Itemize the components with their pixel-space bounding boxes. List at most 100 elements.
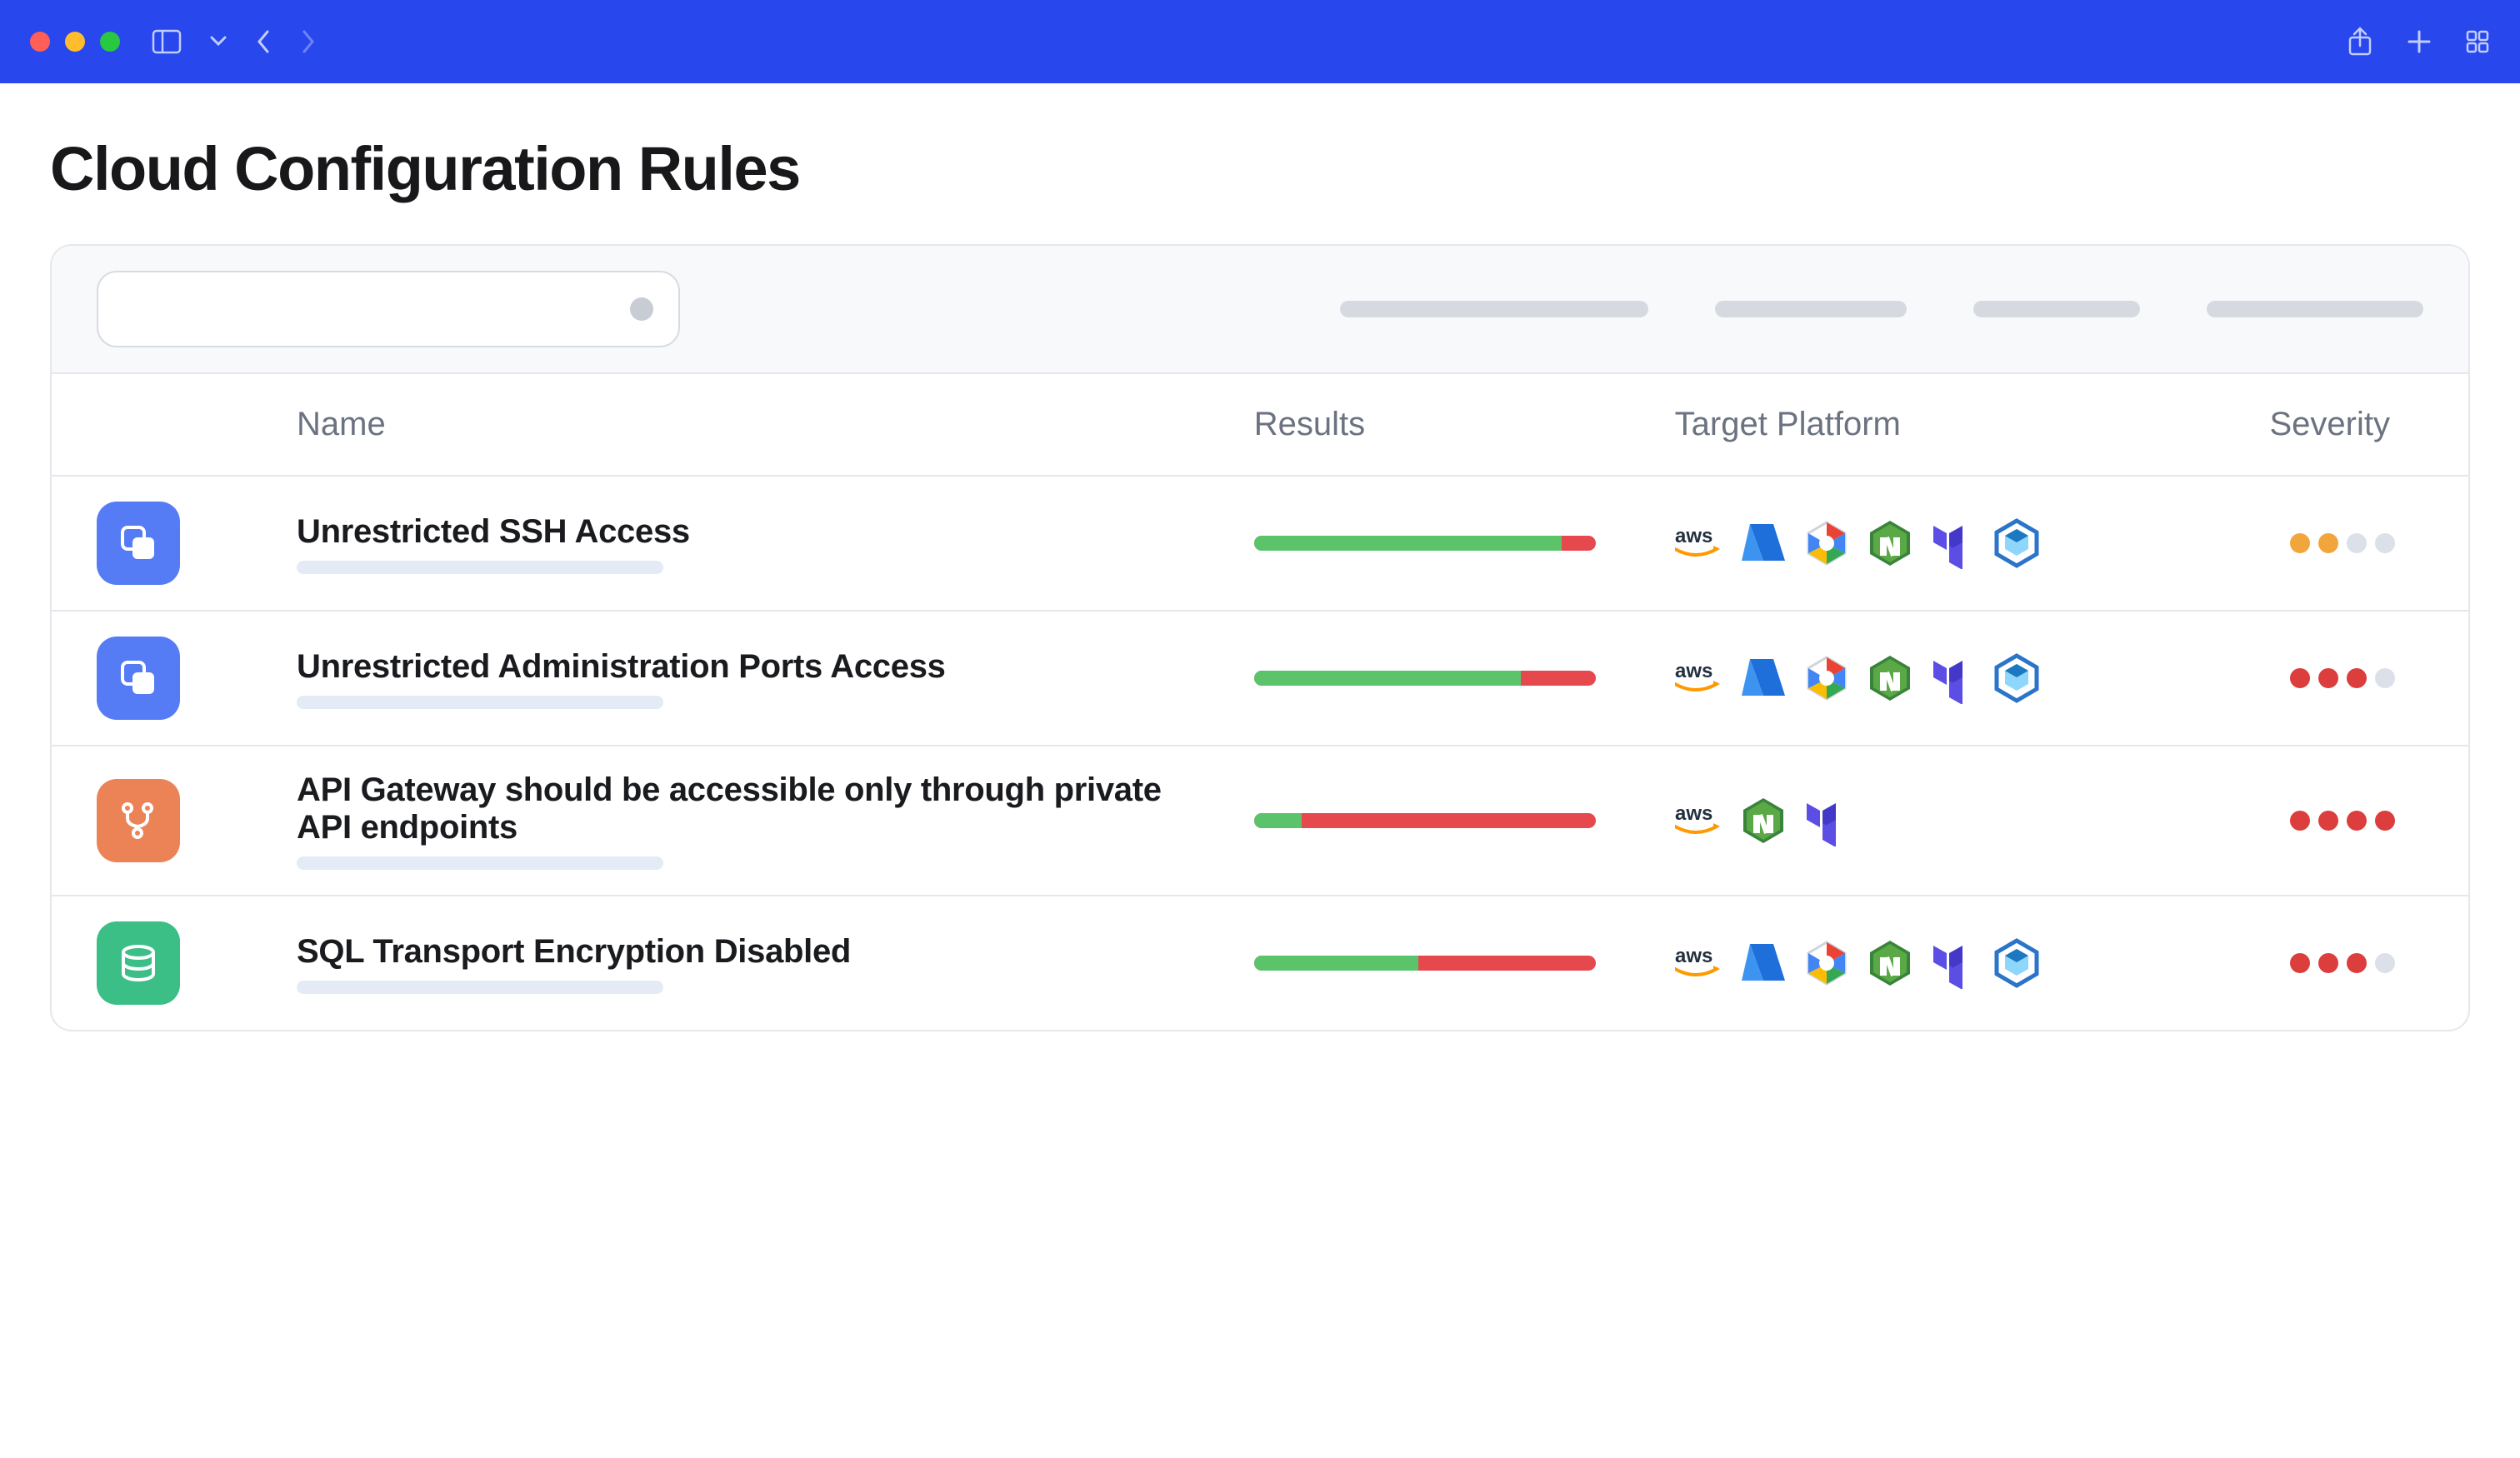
severity-dot — [2290, 668, 2310, 688]
severity-dot — [2347, 811, 2367, 831]
filter-skeleton — [1340, 301, 1648, 317]
rule-name-cell: Unrestricted Administration Ports Access — [297, 648, 1221, 709]
branch-icon — [97, 779, 180, 862]
gcp-platform-icon — [1802, 517, 1853, 569]
webpack-platform-icon — [1992, 652, 2043, 704]
titlebar-right — [2347, 26, 2490, 57]
sidebar-toggle-icon[interactable] — [152, 29, 182, 54]
filter-bar — [52, 246, 2468, 374]
rule-name-cell: Unrestricted SSH Access — [297, 513, 1221, 574]
filter-skeleton — [2207, 301, 2423, 317]
plus-icon[interactable] — [2407, 29, 2432, 54]
table-row[interactable]: API Gateway should be accessible only th… — [52, 746, 2468, 896]
rule-name: SQL Transport Encryption Disabled — [297, 933, 1221, 971]
filter-placeholders — [747, 301, 2423, 317]
results-cell — [1254, 956, 1642, 971]
filter-skeleton — [1715, 301, 1907, 317]
maximize-window-button[interactable] — [100, 32, 120, 52]
database-icon — [97, 921, 180, 1005]
results-bar — [1254, 536, 1596, 551]
aws-platform-icon — [1675, 652, 1727, 704]
rule-icon-cell — [97, 502, 263, 585]
severity-dot — [2347, 953, 2367, 973]
target-platform-cell — [1675, 652, 2182, 704]
share-icon[interactable] — [2347, 26, 2373, 57]
results-cell — [1254, 671, 1642, 686]
severity-dot — [2318, 811, 2338, 831]
severity-dot — [2375, 668, 2395, 688]
filter-skeleton — [1973, 301, 2140, 317]
rule-name: API Gateway should be accessible only th… — [297, 771, 1221, 846]
azure-platform-icon — [1738, 937, 1790, 989]
target-platform-cell — [1675, 937, 2182, 989]
terraform-platform-icon — [1928, 937, 1980, 989]
copy-icon — [97, 502, 180, 585]
severity-dot — [2375, 953, 2395, 973]
column-name: Name — [297, 406, 1221, 443]
column-severity: Severity — [2215, 406, 2423, 443]
copy-icon — [97, 637, 180, 720]
rule-name-cell: API Gateway should be accessible only th… — [297, 771, 1221, 870]
rules-table: Name Results Target Platform Severity Un… — [50, 244, 2470, 1031]
results-bar — [1254, 671, 1596, 686]
chevron-down-icon[interactable] — [210, 36, 227, 47]
back-button[interactable] — [255, 28, 272, 55]
aws-platform-icon — [1675, 517, 1727, 569]
rule-name-cell: SQL Transport Encryption Disabled — [297, 933, 1221, 994]
column-results: Results — [1254, 406, 1642, 443]
table-header: Name Results Target Platform Severity — [52, 374, 2468, 477]
webpack-platform-icon — [1992, 517, 2043, 569]
minimize-window-button[interactable] — [65, 32, 85, 52]
results-bar-pass — [1254, 956, 1418, 971]
column-target: Target Platform — [1675, 406, 2182, 443]
close-window-button[interactable] — [30, 32, 50, 52]
forward-button[interactable] — [300, 28, 317, 55]
rule-name: Unrestricted SSH Access — [297, 513, 1221, 551]
severity-dot — [2375, 811, 2395, 831]
rule-icon-cell — [97, 637, 263, 720]
severity-dot — [2290, 953, 2310, 973]
titlebar — [0, 0, 2520, 83]
gcp-platform-icon — [1802, 652, 1853, 704]
severity-dot — [2290, 811, 2310, 831]
table-row[interactable]: Unrestricted SSH Access — [52, 477, 2468, 612]
results-bar-pass — [1254, 671, 1521, 686]
grid-icon[interactable] — [2465, 29, 2490, 54]
terraform-platform-icon — [1928, 517, 1980, 569]
rule-subtitle-skeleton — [297, 856, 663, 870]
azure-platform-icon — [1738, 517, 1790, 569]
titlebar-left — [30, 28, 317, 55]
severity-dot — [2318, 533, 2338, 553]
results-bar — [1254, 813, 1596, 828]
rule-subtitle-skeleton — [297, 981, 663, 994]
toolbar-left-icons — [152, 28, 317, 55]
target-platform-cell — [1675, 517, 2182, 569]
results-bar-pass — [1254, 813, 1302, 828]
rule-subtitle-skeleton — [297, 561, 663, 574]
results-bar-pass — [1254, 536, 1562, 551]
severity-dot — [2347, 668, 2367, 688]
severity-cell — [2215, 668, 2423, 688]
severity-dot — [2290, 533, 2310, 553]
target-platform-cell — [1675, 795, 2182, 846]
page-content: Cloud Configuration Rules Name Results T… — [0, 83, 2520, 1081]
node-platform-icon — [1865, 517, 1917, 569]
rule-icon-cell — [97, 921, 263, 1005]
node-platform-icon — [1865, 937, 1917, 989]
rule-subtitle-skeleton — [297, 696, 663, 709]
results-bar — [1254, 956, 1596, 971]
severity-cell — [2215, 811, 2423, 831]
azure-platform-icon — [1738, 652, 1790, 704]
rule-name: Unrestricted Administration Ports Access — [297, 648, 1221, 686]
table-row[interactable]: Unrestricted Administration Ports Access — [52, 612, 2468, 746]
page-title: Cloud Configuration Rules — [50, 133, 2470, 204]
results-cell — [1254, 813, 1642, 828]
search-input[interactable] — [97, 271, 680, 347]
webpack-platform-icon — [1992, 937, 2043, 989]
gcp-platform-icon — [1802, 937, 1853, 989]
traffic-lights — [30, 32, 120, 52]
terraform-platform-icon — [1802, 795, 1853, 846]
table-row[interactable]: SQL Transport Encryption Disabled — [52, 896, 2468, 1030]
results-cell — [1254, 536, 1642, 551]
severity-dot — [2318, 953, 2338, 973]
